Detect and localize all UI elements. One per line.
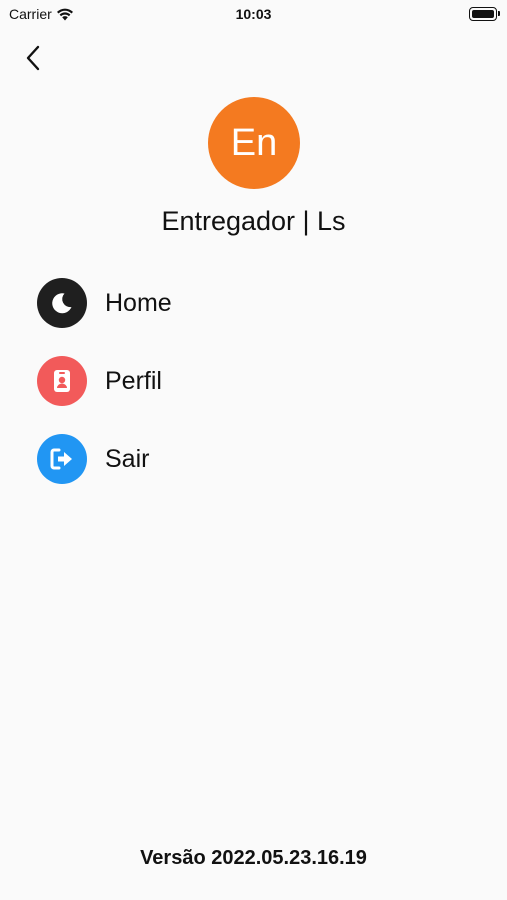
- avatar-initials: En: [230, 121, 278, 164]
- menu-list: Home Perfil Sair: [37, 278, 477, 512]
- menu-item-perfil[interactable]: Perfil: [37, 356, 477, 406]
- status-time: 10:03: [235, 6, 272, 22]
- user-name: Entregador | Ls: [161, 206, 346, 236]
- moon-icon: [52, 293, 72, 314]
- sign-out-icon: [50, 448, 72, 470]
- back-button[interactable]: [18, 42, 48, 74]
- menu-label-perfil: Perfil: [105, 366, 162, 395]
- app-version: Versão 2022.05.23.16.19: [140, 847, 367, 869]
- battery-icon: [469, 7, 500, 21]
- chevron-left-icon: [26, 45, 40, 71]
- menu-icon-sair: [37, 434, 87, 484]
- menu-icon-perfil: [37, 356, 87, 406]
- avatar: En: [208, 97, 300, 189]
- menu-item-sair[interactable]: Sair: [37, 434, 477, 484]
- menu-label-home: Home: [105, 288, 172, 317]
- menu-item-home[interactable]: Home: [37, 278, 477, 328]
- menu-icon-home: [37, 278, 87, 328]
- drawer-screen: Carrier 10:03 En Entregador | Ls Home Pe…: [0, 0, 507, 900]
- id-badge-icon: [54, 370, 70, 392]
- status-bar: Carrier 10:03: [0, 0, 507, 28]
- menu-label-sair: Sair: [105, 444, 150, 473]
